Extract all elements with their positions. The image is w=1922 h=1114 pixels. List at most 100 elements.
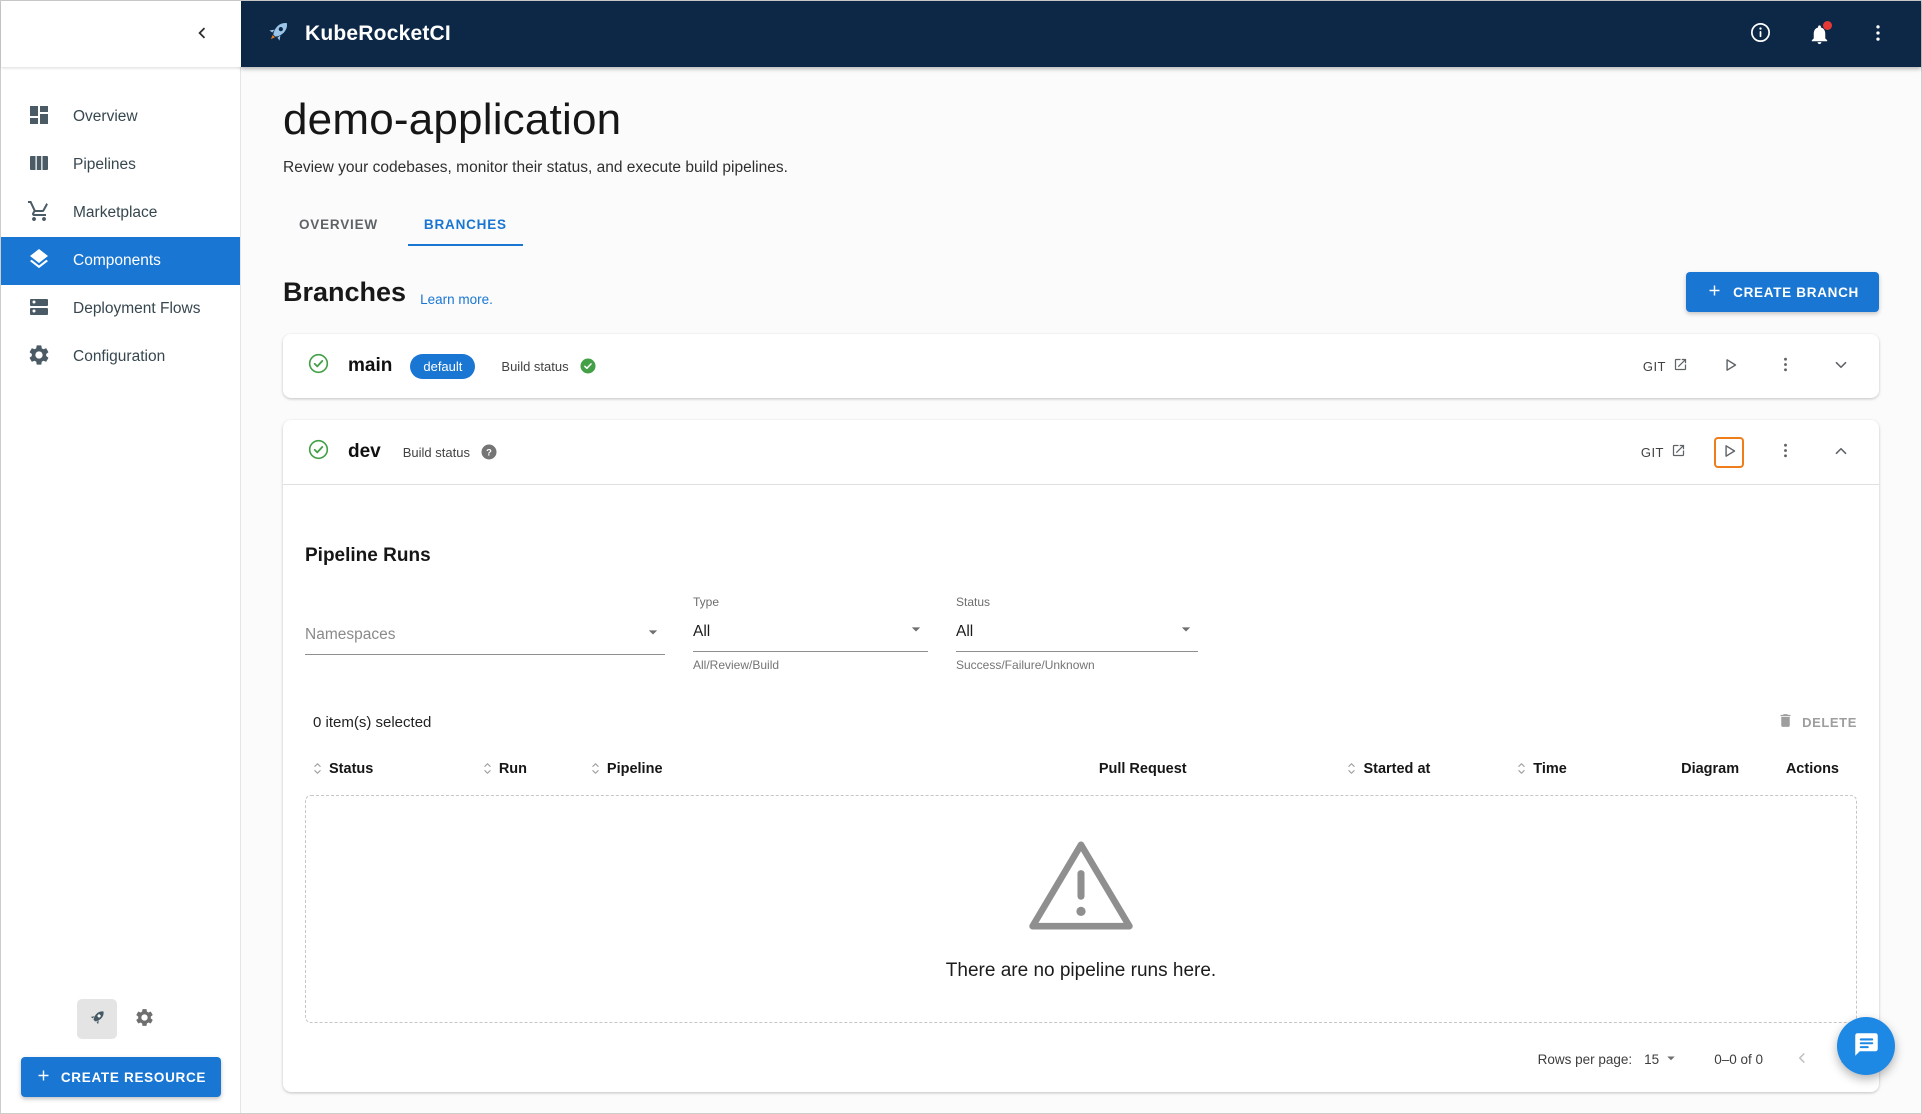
rows-per-page-select[interactable]: 15	[1644, 1049, 1680, 1070]
collapse-branch-button[interactable]	[1827, 437, 1855, 468]
external-link-icon	[1673, 357, 1688, 375]
tab-branches[interactable]: BRANCHES	[407, 205, 523, 246]
namespaces-placeholder: Namespaces	[305, 625, 396, 643]
sort-icon[interactable]	[587, 760, 604, 777]
dropdown-caret-icon	[1662, 1049, 1680, 1070]
sort-icon[interactable]	[479, 760, 496, 777]
feedback-chat-fab[interactable]	[1837, 1017, 1895, 1075]
kebab-menu-icon	[1867, 22, 1889, 47]
expand-branch-button[interactable]	[1827, 351, 1855, 382]
chevron-left-icon	[191, 22, 213, 47]
create-branch-label: CREATE BRANCH	[1733, 284, 1859, 300]
sidebar-item-deployment-flows[interactable]: Deployment Flows	[1, 285, 240, 333]
type-filter-helper: All/Review/Build	[693, 658, 780, 672]
sidebar-item-components[interactable]: Components	[1, 237, 240, 285]
sidebar-item-pipelines[interactable]: Pipelines	[1, 141, 240, 189]
app-bar-main: KubeRocketCI	[241, 1, 1921, 67]
delete-label: DELETE	[1802, 714, 1857, 730]
sidebar-item-marketplace[interactable]: Marketplace	[1, 189, 240, 237]
learn-more-link[interactable]: Learn more.	[420, 292, 493, 312]
previous-page-button[interactable]	[1789, 1045, 1815, 1074]
run-pipeline-button[interactable]	[1714, 436, 1744, 468]
pagination: Rows per page: 15 0–0 of 0	[305, 1045, 1857, 1078]
status-filter-value: All	[956, 622, 974, 640]
git-link[interactable]: GIT	[1641, 443, 1686, 461]
main-content: demo-application Review your codebases, …	[241, 67, 1921, 1113]
tabs: OVERVIEW BRANCHES	[283, 205, 1879, 246]
delete-button[interactable]: DELETE	[1777, 712, 1857, 732]
branch-row: dev Build status ? GIT	[283, 420, 1879, 484]
view-toggle	[76, 999, 165, 1039]
chevron-left-icon	[1793, 1049, 1811, 1070]
cart-icon	[27, 199, 51, 228]
collapse-sidebar-button[interactable]	[187, 18, 217, 51]
column-header-run: Run	[479, 760, 587, 777]
stack-icon	[27, 295, 51, 324]
branch-card-dev: dev Build status ? GIT Pipeline Runs Nam…	[283, 420, 1879, 1092]
pipeline-runs-section: Pipeline Runs Namespaces Type All All/Re…	[283, 545, 1879, 1092]
branch-menu-button[interactable]	[1772, 351, 1799, 381]
sidebar-nav: Overview Pipelines Marketplace Component…	[1, 67, 240, 381]
type-select[interactable]: All	[693, 614, 928, 652]
sidebar-item-label: Overview	[73, 108, 138, 125]
help-badge-icon: ?	[480, 443, 498, 461]
git-link[interactable]: GIT	[1643, 357, 1688, 375]
success-badge-icon	[579, 357, 597, 375]
info-button[interactable]	[1745, 17, 1776, 51]
branch-menu-button[interactable]	[1772, 437, 1799, 467]
notification-dot	[1823, 20, 1832, 30]
app-menu-button[interactable]	[1863, 18, 1893, 51]
type-filter-label: Type	[693, 595, 720, 609]
column-header-pull-request: Pull Request	[1098, 760, 1187, 777]
sidebar-item-label: Configuration	[73, 348, 166, 365]
sidebar-item-overview[interactable]: Overview	[1, 93, 240, 141]
gear-icon	[134, 1007, 155, 1031]
notifications-button[interactable]	[1804, 19, 1835, 50]
create-resource-label: CREATE RESOURCE	[60, 1069, 207, 1085]
dropdown-caret-icon	[906, 619, 926, 644]
dashboard-icon	[27, 103, 51, 132]
pipeline-runs-filters: Namespaces Type All All/Review/Build Sta…	[305, 595, 1857, 672]
section-title: Branches	[283, 276, 407, 307]
build-status-label: Build status	[501, 358, 569, 374]
dropdown-caret-icon	[643, 622, 663, 647]
kebab-menu-icon	[1776, 441, 1795, 463]
column-header-pipeline: Pipeline	[587, 760, 942, 777]
tab-overview[interactable]: OVERVIEW	[283, 205, 394, 246]
namespaces-filter: Namespaces	[305, 595, 665, 655]
create-branch-button[interactable]: CREATE BRANCH	[1686, 272, 1879, 312]
branch-name: dev	[348, 441, 381, 462]
column-header-actions: Actions	[1785, 760, 1839, 777]
pipeline-runs-table-header: Status Run Pipeline Pull Request Started…	[305, 760, 1857, 777]
info-icon	[1749, 21, 1772, 47]
status-filter-helper: Success/Failure/Unknown	[956, 658, 1095, 672]
namespaces-select[interactable]: Namespaces	[305, 617, 665, 655]
sort-icon[interactable]	[1343, 760, 1360, 777]
kebab-menu-icon	[1776, 355, 1795, 377]
create-resource-button[interactable]: CREATE RESOURCE	[20, 1057, 221, 1097]
sort-icon[interactable]	[1513, 760, 1530, 777]
sidebar-bottom: CREATE RESOURCE	[1, 999, 240, 1113]
rocket-view-button[interactable]	[76, 999, 117, 1039]
app-bar-actions	[1745, 17, 1893, 51]
plus-icon	[35, 1067, 52, 1087]
app-title: KubeRocketCI	[305, 22, 451, 45]
sidebar-header	[1, 1, 241, 67]
type-filter: Type All All/Review/Build	[693, 595, 928, 672]
branch-row: main default Build status GIT	[283, 334, 1879, 398]
cluster-settings-button[interactable]	[125, 999, 165, 1039]
default-chip: default	[410, 353, 476, 379]
status-filter-label: Status	[956, 595, 991, 609]
branches-section-header: Branches Learn more. CREATE BRANCH	[283, 272, 1879, 312]
pipeline-runs-title: Pipeline Runs	[305, 545, 431, 566]
column-header-time: Time	[1513, 760, 1652, 777]
rocket-icon	[86, 1007, 108, 1032]
sidebar-item-label: Components	[73, 252, 161, 269]
empty-state-text: There are no pipeline runs here.	[945, 960, 1217, 981]
status-select[interactable]: All	[956, 614, 1198, 652]
status-filter: Status All Success/Failure/Unknown	[956, 595, 1198, 672]
sort-icon[interactable]	[309, 760, 326, 777]
sidebar-item-configuration[interactable]: Configuration	[1, 333, 240, 381]
divider	[283, 484, 1879, 485]
run-pipeline-button[interactable]	[1716, 351, 1744, 382]
